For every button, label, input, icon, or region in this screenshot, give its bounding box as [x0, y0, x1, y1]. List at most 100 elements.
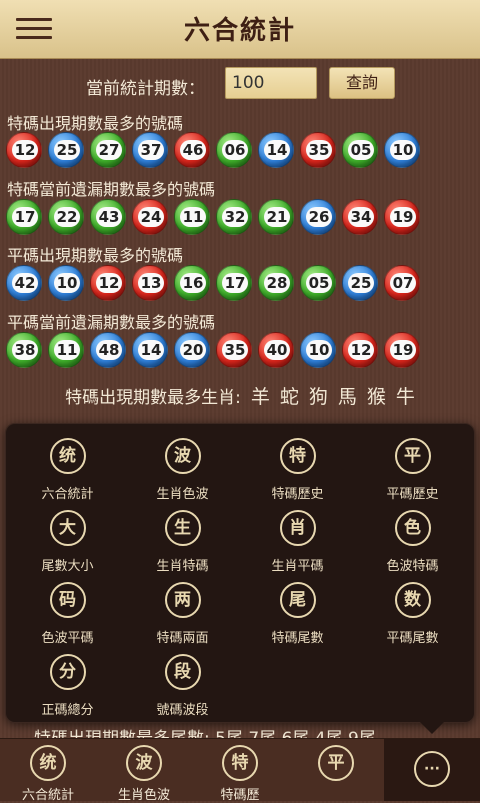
- number-ball: 11: [174, 199, 210, 235]
- nav-item[interactable]: 特特碼歷: [192, 739, 288, 803]
- menu-item[interactable]: 生生肖特碼: [125, 500, 240, 574]
- menu-item[interactable]: 色色波特碼: [355, 500, 470, 574]
- menu-item[interactable]: 特特碼歷史: [240, 428, 355, 502]
- nav-icon: 特: [222, 745, 258, 781]
- menu-item[interactable]: 肖生肖平碼: [240, 500, 355, 574]
- ball-number: 20: [180, 340, 206, 360]
- nav-icon: 平: [318, 745, 354, 781]
- ball-row: 17 22 43 24 11 32 21 26 34 19: [6, 199, 476, 235]
- number-ball: 19: [384, 199, 420, 235]
- menu-item[interactable]: 尾特碼尾數: [240, 572, 355, 646]
- menu-item-label: 正碼總分: [41, 703, 94, 718]
- nav-label: 六合統計: [21, 788, 74, 803]
- number-ball: 14: [132, 332, 168, 368]
- more-icon: ···: [414, 751, 450, 787]
- number-ball: 05: [342, 132, 378, 168]
- number-ball: 40: [258, 332, 294, 368]
- number-ball: 42: [6, 265, 42, 301]
- ball-number: 27: [96, 140, 122, 160]
- menu-item-icon: 统: [49, 438, 86, 474]
- ball-number: 19: [390, 340, 416, 360]
- zodiac-label: 特碼出現期數最多生肖:: [65, 388, 241, 408]
- bottom-nav: 统六合統計波生肖色波特特碼歷平 ···: [0, 738, 480, 803]
- number-ball: 48: [90, 332, 126, 368]
- number-ball: 22: [48, 199, 84, 235]
- menu-item[interactable]: 码色波平碼: [10, 572, 125, 646]
- ball-number: 42: [12, 273, 38, 293]
- menu-item[interactable]: 平平碼歷史: [355, 428, 470, 502]
- ball-number: 25: [348, 273, 374, 293]
- menu-item[interactable]: 统六合統計: [10, 428, 125, 502]
- zodiac-item: 羊: [250, 386, 270, 408]
- menu-item-icon: 生: [164, 510, 201, 546]
- nav-item[interactable]: 平: [288, 739, 384, 801]
- zodiac-item: 猴: [366, 386, 386, 408]
- number-ball: 11: [48, 332, 84, 368]
- number-ball: 12: [6, 132, 42, 168]
- number-ball: 28: [258, 265, 294, 301]
- page-title: 六合統計: [183, 16, 296, 46]
- ball-number: 13: [138, 273, 164, 293]
- zodiac-item: 馬: [337, 386, 357, 408]
- ball-number: 05: [348, 140, 374, 160]
- menu-item[interactable]: 波生肖色波: [125, 428, 240, 502]
- number-ball: 43: [90, 199, 126, 235]
- menu-item[interactable]: 分正碼總分: [10, 644, 125, 718]
- menu-item-icon: 码: [49, 582, 86, 618]
- menu-item[interactable]: 大尾數大小: [10, 500, 125, 574]
- query-button[interactable]: 查詢: [329, 67, 395, 99]
- number-ball: 06: [216, 132, 252, 168]
- number-ball: 14: [258, 132, 294, 168]
- ball-number: 10: [54, 273, 80, 293]
- number-ball: 37: [132, 132, 168, 168]
- number-ball: 19: [384, 332, 420, 368]
- ball-number: 26: [306, 207, 332, 227]
- menu-item-icon: 两: [164, 582, 201, 618]
- number-ball: 17: [216, 265, 252, 301]
- menu-item-icon: 平: [394, 438, 431, 474]
- number-ball: 13: [132, 265, 168, 301]
- more-button[interactable]: ···: [384, 739, 480, 801]
- menu-item-icon: 段: [164, 654, 201, 690]
- number-ball: 10: [384, 132, 420, 168]
- nav-item[interactable]: 波生肖色波: [96, 739, 192, 803]
- nav-label: 生肖色波: [117, 788, 170, 803]
- ball-number: 46: [180, 140, 206, 160]
- number-ball: 17: [6, 199, 42, 235]
- menu-item[interactable]: 数平碼尾數: [355, 572, 470, 646]
- menu-item[interactable]: 两特碼兩面: [125, 572, 240, 646]
- number-ball: 12: [90, 265, 126, 301]
- ball-row: 38 11 48 14 20 35 40 10 12 19: [6, 332, 476, 368]
- ball-number: 17: [12, 207, 38, 227]
- menu-item-icon: 分: [49, 654, 86, 690]
- ball-row: 12 25 27 37 46 06 14 35 05 10: [6, 132, 476, 168]
- number-ball: 25: [48, 132, 84, 168]
- ball-number: 10: [306, 340, 332, 360]
- ball-number: 06: [222, 140, 248, 160]
- zodiac-item: 蛇: [279, 386, 299, 408]
- ball-number: 38: [12, 340, 38, 360]
- section-title: 平碼當前遺漏期數最多的號碼: [7, 313, 216, 332]
- number-ball: 32: [216, 199, 252, 235]
- number-ball: 35: [300, 132, 336, 168]
- number-ball: 35: [216, 332, 252, 368]
- section-title: 平碼出現期數最多的號碼: [7, 246, 184, 265]
- ball-number: 16: [180, 273, 206, 293]
- menu-item[interactable]: 段號碼波段: [125, 644, 240, 718]
- number-ball: 26: [300, 199, 336, 235]
- nav-item[interactable]: 统六合統計: [0, 739, 96, 803]
- ball-number: 17: [222, 273, 248, 293]
- ball-number: 37: [138, 140, 164, 160]
- period-input[interactable]: 100: [225, 67, 317, 99]
- query-row: 當前統計期數： 100 查詢: [0, 67, 480, 101]
- nav-label: 特碼歷: [220, 788, 260, 803]
- ball-number: 05: [306, 273, 332, 293]
- menu-item-label: 平碼尾數: [386, 631, 439, 646]
- section-title: 特碼當前遺漏期數最多的號碼: [7, 180, 216, 199]
- number-ball: 20: [174, 332, 210, 368]
- nav-icon: 波: [126, 745, 162, 781]
- more-menu-popup: 统六合統計波生肖色波特特碼歷史平平碼歷史大尾數大小生生肖特碼肖生肖平碼色色波特碼…: [5, 423, 475, 734]
- zodiac-line: 特碼出現期數最多生肖: 羊蛇狗馬猴牛: [0, 382, 480, 409]
- number-ball: 38: [6, 332, 42, 368]
- ball-number: 25: [54, 140, 80, 160]
